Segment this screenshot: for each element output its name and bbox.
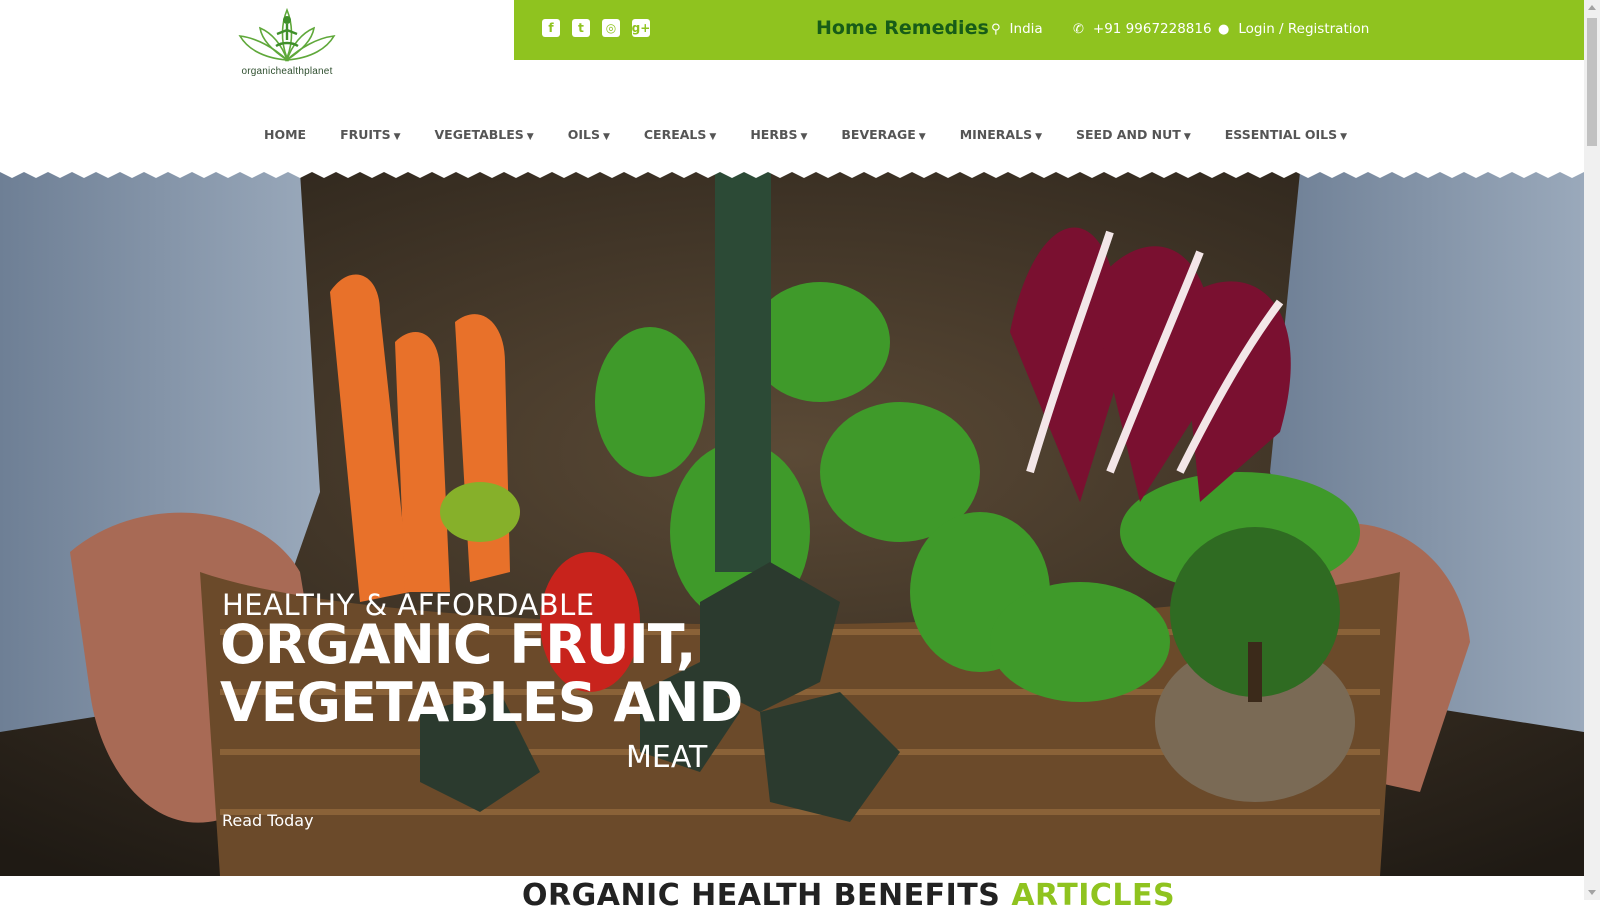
site-logo[interactable]: organichealthplanet (232, 0, 342, 82)
nav-label: SEED AND NUT (1076, 127, 1181, 142)
social-links: f t ◎ g+ (542, 19, 650, 37)
nav-label: OILS (567, 127, 600, 142)
caret-down-icon: ▼ (800, 132, 808, 142)
scroll-up-icon[interactable] (1588, 5, 1596, 10)
nav-home[interactable]: HOME (264, 127, 306, 142)
hero-banner (0, 172, 1584, 876)
nav-label: CEREALS (643, 127, 707, 142)
nav-label: BEVERAGE (841, 127, 916, 142)
phone-icon: ✆ (1073, 21, 1084, 37)
instagram-icon[interactable]: ◎ (602, 19, 620, 37)
login-text: Login / Registration (1238, 21, 1370, 37)
nav-cereals[interactable]: CEREALS ▼ (644, 127, 716, 142)
home-remedies-link[interactable]: Home Remedies (816, 17, 989, 39)
vegetable-basket-image (0, 172, 1584, 876)
nav-essential-oils[interactable]: ESSENTIAL OILS ▼ (1225, 127, 1347, 142)
location-text: India (1009, 21, 1043, 37)
hero-title-line3: MEAT (626, 740, 708, 775)
nav-label: MINERALS (959, 127, 1033, 142)
phone-text: +91 9967228816 (1092, 21, 1212, 37)
nav-beverage[interactable]: BEVERAGE ▼ (841, 127, 925, 142)
location-info: ⚲ India (991, 21, 1043, 37)
user-icon: ● (1218, 21, 1230, 37)
logo-text: organichealthplanet (241, 66, 333, 77)
twitter-icon[interactable]: t (572, 19, 590, 37)
caret-down-icon: ▼ (602, 132, 610, 142)
read-today-link[interactable]: Read Today (222, 811, 314, 830)
nav-label: ESSENTIAL OILS (1224, 127, 1338, 142)
caret-down-icon: ▼ (918, 132, 926, 142)
caret-down-icon: ▼ (1340, 132, 1348, 142)
facebook-icon[interactable]: f (542, 19, 560, 37)
nav-seed-and-nut[interactable]: SEED AND NUT ▼ (1076, 127, 1191, 142)
top-bar: f t ◎ g+ Home Remedies ⚲ India ✆ +91 996… (514, 0, 1584, 60)
nav-label: HERBS (750, 127, 798, 142)
main-nav: HOME FRUITS ▼ VEGETABLES ▼ OILS ▼ CEREALS ▼ … (264, 127, 1381, 142)
caret-down-icon: ▼ (526, 132, 534, 142)
hero-title: ORGANIC FRUIT, VEGETABLES AND (220, 613, 743, 734)
section-heading-main: ORGANIC HEALTH BENEFITS (522, 878, 1001, 913)
caret-down-icon: ▼ (393, 132, 401, 142)
caret-down-icon: ▼ (1035, 132, 1042, 142)
lotus-yoga-logo-icon (238, 7, 336, 62)
nav-minerals[interactable]: MINERALS ▼ (960, 127, 1042, 142)
login-link[interactable]: ● Login / Registration (1218, 21, 1369, 37)
phone-info[interactable]: ✆ +91 9967228816 (1073, 21, 1212, 37)
section-heading: ORGANIC HEALTH BENEFITS ARTICLES (522, 878, 1175, 913)
scroll-down-icon[interactable] (1588, 890, 1596, 895)
hero-title-line2: VEGETABLES AND (220, 671, 743, 734)
nav-label: HOME (264, 127, 307, 142)
nav-label: FRUITS (340, 127, 391, 142)
nav-herbs[interactable]: HERBS ▼ (750, 127, 807, 142)
hero-zigzag-edge (0, 166, 1584, 178)
caret-down-icon: ▼ (1183, 132, 1191, 142)
nav-fruits[interactable]: FRUITS ▼ (340, 127, 400, 142)
map-marker-icon: ⚲ (991, 21, 1001, 37)
nav-vegetables[interactable]: VEGETABLES ▼ (435, 127, 534, 142)
caret-down-icon: ▼ (709, 132, 717, 142)
nav-label: VEGETABLES (434, 127, 524, 142)
google-plus-icon[interactable]: g+ (632, 19, 650, 37)
scroll-thumb[interactable] (1587, 18, 1597, 146)
page-scrollbar[interactable] (1584, 0, 1600, 900)
nav-oils[interactable]: OILS ▼ (568, 127, 610, 142)
section-heading-accent: ARTICLES (1011, 878, 1176, 913)
hero-title-line1: ORGANIC FRUIT, (220, 613, 696, 676)
